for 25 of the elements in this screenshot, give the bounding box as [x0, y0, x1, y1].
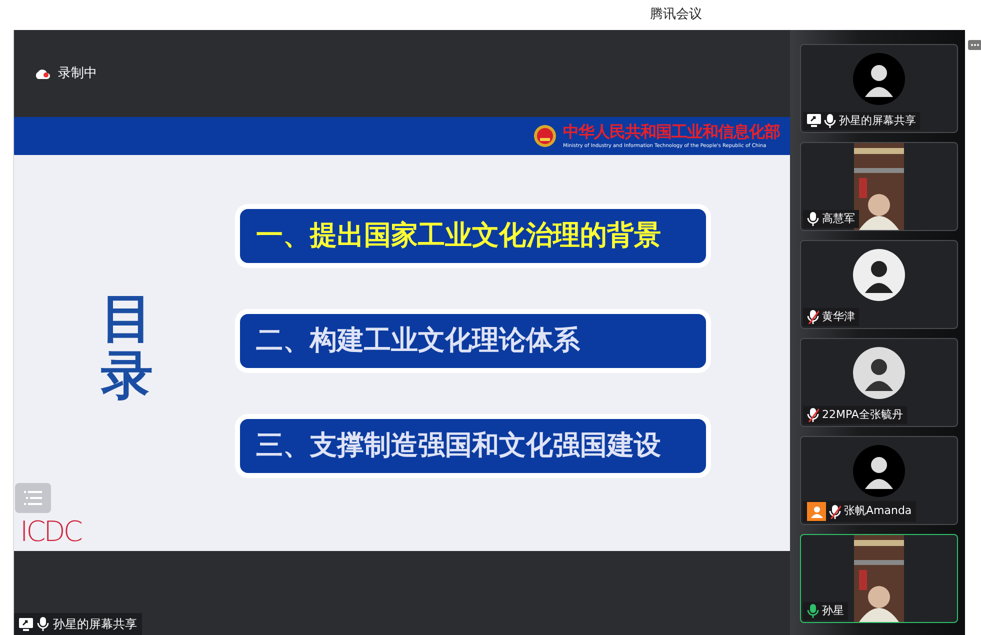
agenda-item: 一、提出国家工业文化治理的背景 [240, 209, 706, 263]
participant-name: 黄华津 [822, 308, 855, 324]
participant-tile[interactable]: 黄华津 [800, 240, 958, 329]
logo: ICDC [20, 518, 81, 546]
emblem-icon [533, 124, 557, 148]
list-icon [24, 490, 42, 506]
participant-tile[interactable]: 张帆Amanda [800, 436, 958, 525]
cloud-icon [34, 68, 50, 79]
participant-name: 22MPA全张毓丹 [822, 406, 903, 422]
participant-tile[interactable]: 22MPA全张毓丹 [800, 338, 958, 427]
ministry-name: 中华人民共和国工业和信息化部 [563, 124, 780, 140]
slide-heading: 目录 [101, 290, 153, 408]
participant-name: 孙星 [822, 602, 844, 618]
participant-tile[interactable]: 高慧军 [800, 142, 958, 231]
agenda-item: 二、构建工业文化理论体系 [240, 314, 706, 368]
sharer-name: 孙星的屏幕共享 [53, 616, 137, 633]
participant-name: 孙星的屏幕共享 [839, 112, 916, 128]
participant-tile[interactable]: 孙星的屏幕共享 [800, 44, 958, 133]
window-title: 腾讯会议 [650, 6, 702, 24]
recording-label: 录制中 [58, 64, 97, 83]
participant-name: 高慧军 [822, 210, 855, 226]
participant-name: 张帆Amanda [844, 503, 912, 520]
chat-icon[interactable] [968, 40, 981, 52]
participant-tile[interactable]: 孙星 [800, 534, 958, 623]
agenda-item: 三、支撑制造强国和文化强国建设 [240, 419, 706, 473]
